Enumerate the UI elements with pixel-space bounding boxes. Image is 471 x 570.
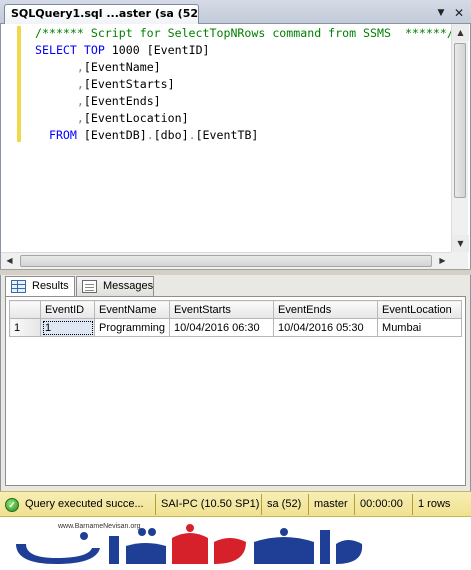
column-header-eventlocation[interactable]: EventLocation <box>377 300 463 319</box>
sql-token: , <box>76 77 84 91</box>
cell-eventlocation[interactable]: Mumbai <box>377 318 463 337</box>
messages-icon <box>82 280 97 293</box>
scrollbar-thumb[interactable] <box>454 43 466 198</box>
cell-eventname[interactable]: Programming <box>93 318 171 337</box>
sql-keyword: FROM <box>48 128 77 142</box>
editor-gutter <box>1 24 23 252</box>
cell-eventstarts[interactable]: 10/04/2016 06:30 <box>169 318 275 337</box>
grid-icon <box>11 280 26 293</box>
code-line[interactable]: FROM [EventDB].[dbo].[EventTB] <box>35 127 451 144</box>
changed-lines-marker <box>17 26 21 142</box>
cell-eventends[interactable]: 10/04/2016 05:30 <box>273 318 379 337</box>
grid-header-row: EventID EventName EventStarts EventEnds … <box>9 300 463 319</box>
sql-keyword: SELECT <box>35 43 77 57</box>
status-rows: 1 rows <box>418 498 451 510</box>
barnamenevisan-logo <box>16 524 363 564</box>
scroll-left-icon[interactable]: ◀ <box>1 253 18 269</box>
cell-eventid[interactable]: 1 <box>40 318 95 337</box>
query-document-tab[interactable]: SQLQuery1.sql ...aster (sa (52)) <box>4 4 199 24</box>
sql-token: [EventName] <box>83 60 161 74</box>
sql-token: [EventLocation] <box>83 111 189 125</box>
sql-token: , <box>76 94 84 108</box>
code-line[interactable]: ,[EventName] <box>35 59 451 76</box>
tab-messages-label: Messages <box>103 280 154 292</box>
sql-token: . <box>188 128 196 142</box>
sql-token: [EventTB] <box>195 128 259 142</box>
status-bar: ✓ Query executed succe... SAI-PC (10.50 … <box>0 491 471 517</box>
sql-token: [EventStarts] <box>83 77 175 91</box>
status-message: Query executed succe... <box>25 498 144 510</box>
status-elapsed: 00:00:00 <box>360 498 403 510</box>
scroll-down-icon[interactable]: ▼ <box>452 235 469 252</box>
status-divider <box>412 494 413 515</box>
sql-token: , <box>76 60 84 74</box>
status-database: master <box>314 498 348 510</box>
scroll-right-icon[interactable]: ▶ <box>434 253 451 269</box>
column-header-eventid[interactable]: EventID <box>40 300 95 319</box>
column-header-eventstarts[interactable]: EventStarts <box>169 300 275 319</box>
column-header-eventends[interactable]: EventEnds <box>273 300 379 319</box>
results-grid-panel: EventID EventName EventStarts EventEnds … <box>5 296 466 486</box>
sql-token: [EventDB] <box>76 128 147 142</box>
table-row[interactable]: 1 1 Programming 10/04/2016 06:30 10/04/2… <box>9 318 463 337</box>
code-line[interactable]: SELECT TOP 1000 [EventID] <box>35 42 451 59</box>
column-header-eventname[interactable]: EventName <box>93 300 171 319</box>
scrollbar-corner <box>451 252 468 269</box>
scrollbar-thumb[interactable] <box>20 255 432 267</box>
sql-keyword: TOP <box>83 43 105 57</box>
sql-code[interactable]: /****** Script for SelectTopNRows comman… <box>35 25 451 251</box>
close-icon[interactable]: ✕ <box>452 6 466 20</box>
status-divider <box>261 494 262 515</box>
sql-token: [dbo] <box>153 128 189 142</box>
tab-results[interactable]: Results <box>5 276 75 297</box>
tab-results-label: Results <box>32 280 69 292</box>
sql-token: 1000 [EventID] <box>104 43 210 57</box>
editor-vertical-scrollbar[interactable]: ▲ ▼ <box>451 24 469 252</box>
editor-horizontal-scrollbar[interactable]: ◀ ▶ <box>1 252 451 269</box>
results-grid[interactable]: EventID EventName EventStarts EventEnds … <box>9 300 463 337</box>
sql-comment: /****** Script for SelectTopNRows comman… <box>35 26 451 40</box>
scroll-up-icon[interactable]: ▲ <box>452 24 469 41</box>
results-pane: Results Messages EventID EventName Event… <box>0 275 471 491</box>
row-number-header[interactable] <box>9 300 41 319</box>
document-tab-strip: SQLQuery1.sql ...aster (sa (52)) ▼ ✕ <box>0 0 471 24</box>
sql-token: , <box>76 111 84 125</box>
code-line[interactable]: ,[EventStarts] <box>35 76 451 93</box>
status-divider <box>155 494 156 515</box>
sql-token: [EventEnds] <box>83 94 161 108</box>
query-editor[interactable]: /****** Script for SelectTopNRows comman… <box>0 24 471 269</box>
success-check-icon: ✓ <box>5 498 19 512</box>
status-divider <box>308 494 309 515</box>
code-line[interactable]: /****** Script for SelectTopNRows comman… <box>35 25 451 42</box>
sql-token: . <box>146 128 154 142</box>
tab-messages[interactable]: Messages <box>76 276 154 296</box>
code-line[interactable]: ,[EventEnds] <box>35 93 451 110</box>
status-server: SAI-PC (10.50 SP1) <box>161 498 260 510</box>
row-number[interactable]: 1 <box>9 318 41 337</box>
code-line[interactable]: ,[EventLocation] <box>35 110 451 127</box>
chevron-down-icon[interactable]: ▼ <box>434 6 448 20</box>
status-divider <box>354 494 355 515</box>
status-user: sa (52) <box>267 498 302 510</box>
